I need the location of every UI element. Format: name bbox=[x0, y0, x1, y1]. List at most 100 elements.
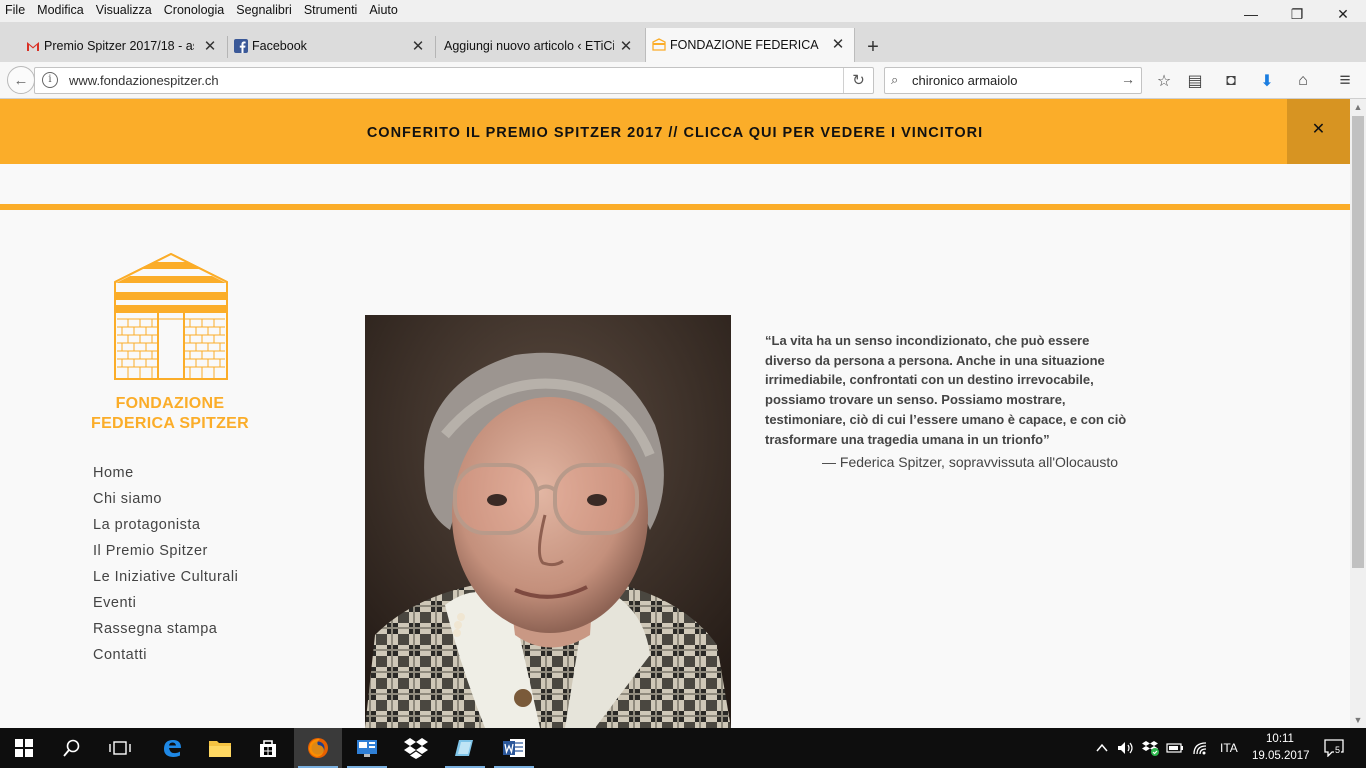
back-button[interactable]: ← bbox=[7, 66, 35, 94]
tab-fondazione[interactable]: FONDAZIONE FEDERICA SPI ✕ bbox=[645, 28, 855, 62]
taskbar-explorer[interactable] bbox=[196, 728, 244, 768]
nav-home[interactable]: Home bbox=[93, 464, 238, 490]
nav-eventi[interactable]: Eventi bbox=[93, 594, 238, 620]
tab-gmail[interactable]: Premio Spitzer 2017/18 - assi ✕ bbox=[20, 30, 226, 62]
menu-visualizza[interactable]: Visualizza bbox=[90, 0, 158, 22]
nav-iniziative-culturali[interactable]: Le Iniziative Culturali bbox=[93, 568, 238, 594]
tab-close-icon[interactable]: ✕ bbox=[830, 35, 846, 53]
scroll-down-icon[interactable]: ▼ bbox=[1350, 712, 1366, 728]
site-info-icon[interactable]: i bbox=[42, 72, 58, 88]
banner-close-button[interactable]: ✕ bbox=[1287, 99, 1350, 164]
tab-label: Premio Spitzer 2017/18 - assi bbox=[44, 39, 194, 53]
notification-count: 5 bbox=[1334, 745, 1342, 755]
notes-app-icon bbox=[455, 740, 473, 756]
nav-la-protagonista[interactable]: La protagonista bbox=[93, 516, 238, 542]
language-indicator[interactable]: ITA bbox=[1220, 728, 1238, 768]
hamburger-menu-icon[interactable]: ≡ bbox=[1334, 70, 1356, 92]
facebook-icon bbox=[234, 39, 248, 53]
tab-close-icon[interactable]: ✕ bbox=[618, 37, 634, 55]
logo-text-line: FEDERICA SPITZER bbox=[91, 415, 249, 432]
windows-logo-icon bbox=[15, 739, 33, 757]
search-go-icon[interactable]: → bbox=[1121, 71, 1135, 87]
taskbar-firefox[interactable] bbox=[294, 728, 342, 768]
edge-icon bbox=[164, 740, 181, 757]
store-icon bbox=[260, 740, 276, 757]
tab-bar: Premio Spitzer 2017/18 - assi ✕ Facebook… bbox=[0, 22, 1366, 62]
pocket-icon[interactable]: ◘ bbox=[1220, 70, 1242, 92]
fondazione-logo-icon[interactable] bbox=[108, 252, 234, 384]
nav-il-premio-spitzer[interactable]: Il Premio Spitzer bbox=[93, 542, 238, 568]
monitor-app-icon bbox=[357, 740, 377, 757]
windows-taskbar: ITA 10:11 19.05.2017 5 bbox=[0, 728, 1366, 768]
logo-text-line: FONDAZIONE bbox=[115, 395, 225, 412]
taskbar-word[interactable] bbox=[490, 728, 538, 768]
tab-label: Facebook bbox=[252, 39, 307, 53]
download-icon[interactable]: ⬇ bbox=[1256, 70, 1278, 92]
search-input[interactable]: chironico armaiolo bbox=[912, 73, 1018, 88]
scrollbar-thumb[interactable] bbox=[1352, 116, 1364, 568]
wifi-icon[interactable] bbox=[1192, 728, 1208, 768]
menu-modifica[interactable]: Modifica bbox=[31, 0, 90, 22]
tab-close-icon[interactable]: ✕ bbox=[202, 37, 218, 55]
site-navigation: Home Chi siamo La protagonista Il Premio… bbox=[93, 464, 238, 672]
taskbar-store[interactable] bbox=[244, 728, 292, 768]
gmail-icon bbox=[27, 42, 39, 51]
taskbar-dropbox[interactable] bbox=[392, 728, 440, 768]
system-clock[interactable]: 10:11 19.05.2017 bbox=[1252, 731, 1310, 765]
clock-date: 19.05.2017 bbox=[1252, 750, 1310, 762]
url-text[interactable]: www.fondazionespitzer.ch bbox=[69, 73, 219, 88]
firefox-icon bbox=[308, 738, 328, 758]
search-icon: ⌕ bbox=[891, 72, 899, 87]
menu-segnalibri[interactable]: Segnalibri bbox=[230, 0, 298, 22]
tab-label: FONDAZIONE FEDERICA SPI bbox=[670, 38, 820, 52]
battery-icon[interactable] bbox=[1166, 728, 1184, 768]
nav-contatti[interactable]: Contatti bbox=[93, 646, 238, 672]
nav-rassegna-stampa[interactable]: Rassegna stampa bbox=[93, 620, 238, 646]
logo-text[interactable]: FONDAZIONE FEDERICA SPITZER bbox=[60, 394, 280, 434]
url-bar[interactable]: i www.fondazionespitzer.ch ↻ bbox=[34, 67, 874, 94]
portrait-photo bbox=[365, 315, 731, 728]
clock-time: 10:11 bbox=[1266, 733, 1294, 745]
tab-facebook[interactable]: Facebook ✕ bbox=[228, 30, 434, 62]
nav-chi-siamo[interactable]: Chi siamo bbox=[93, 490, 238, 516]
menu-file[interactable]: File bbox=[0, 0, 31, 22]
web-page: CONFERITO IL PREMIO SPITZER 2017 // CLIC… bbox=[0, 99, 1350, 728]
folder-icon bbox=[209, 741, 231, 757]
tab-label: Aggiungi nuovo articolo ‹ ETiCin bbox=[444, 39, 614, 53]
taskbar-app-5[interactable] bbox=[343, 728, 391, 768]
reload-icon[interactable]: ↻ bbox=[843, 68, 873, 93]
tab-eticin[interactable]: Aggiungi nuovo articolo ‹ ETiCin ✕ bbox=[436, 30, 642, 62]
fondazione-favicon-icon bbox=[652, 38, 666, 51]
scroll-up-icon[interactable]: ▲ bbox=[1350, 99, 1366, 115]
reader-list-icon[interactable]: ▤ bbox=[1184, 70, 1206, 92]
dropbox-sync-icon[interactable] bbox=[1142, 728, 1160, 768]
volume-icon[interactable] bbox=[1117, 728, 1135, 768]
taskbar-search-button[interactable] bbox=[48, 728, 96, 768]
banner-text[interactable]: CONFERITO IL PREMIO SPITZER 2017 // CLIC… bbox=[0, 125, 1350, 141]
word-icon bbox=[503, 739, 525, 757]
start-button[interactable] bbox=[0, 728, 48, 768]
page-scrollbar[interactable]: ▲ ▼ bbox=[1350, 99, 1366, 728]
menu-strumenti[interactable]: Strumenti bbox=[298, 0, 364, 22]
quote-author: — Federica Spitzer, sopravvissuta all'Ol… bbox=[822, 454, 1119, 470]
menu-cronologia[interactable]: Cronologia bbox=[158, 0, 230, 22]
menu-bar: File Modifica Visualizza Cronologia Segn… bbox=[0, 0, 1366, 22]
task-view-button[interactable] bbox=[96, 728, 144, 768]
taskbar-edge[interactable] bbox=[148, 728, 196, 768]
task-view-icon bbox=[109, 741, 131, 755]
search-bar[interactable]: ⌕ chironico armaiolo → bbox=[884, 67, 1142, 94]
header-divider bbox=[0, 204, 1350, 210]
menu-aiuto[interactable]: Aiuto bbox=[363, 0, 404, 22]
quote-text: “La vita ha un senso incondizionato, che… bbox=[765, 333, 1127, 447]
notification-center-icon[interactable]: 5 bbox=[1324, 728, 1344, 768]
dropbox-icon bbox=[404, 738, 428, 759]
search-icon bbox=[63, 739, 80, 757]
bookmark-star-icon[interactable]: ☆ bbox=[1153, 70, 1175, 92]
home-icon[interactable]: ⌂ bbox=[1292, 70, 1314, 92]
navigation-toolbar: i www.fondazionespitzer.ch ↻ ← ⌕ chironi… bbox=[0, 62, 1366, 99]
new-tab-button[interactable]: + bbox=[862, 36, 884, 59]
announcement-banner[interactable]: CONFERITO IL PREMIO SPITZER 2017 // CLIC… bbox=[0, 99, 1350, 164]
tab-close-icon[interactable]: ✕ bbox=[410, 37, 426, 55]
tray-overflow-icon[interactable] bbox=[1095, 728, 1109, 768]
taskbar-app-7[interactable] bbox=[441, 728, 489, 768]
